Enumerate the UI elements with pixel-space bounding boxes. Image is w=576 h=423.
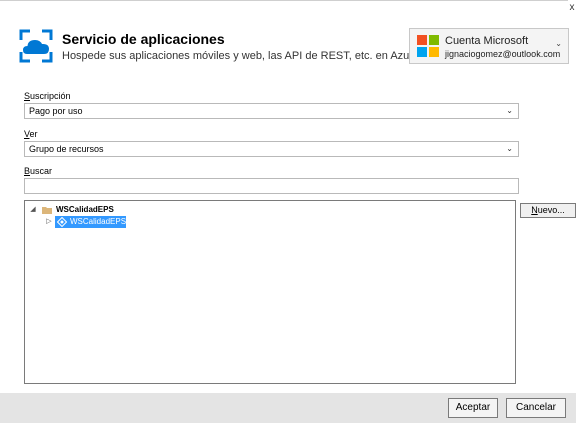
account-selector[interactable]: Cuenta Microsoft jignaciogomez@outlook.c… xyxy=(409,28,569,64)
subscription-select[interactable]: Pago por uso ⌄ xyxy=(24,103,519,119)
subscription-label-rest: uscripción xyxy=(30,91,71,101)
folder-icon xyxy=(42,207,52,214)
search-input[interactable] xyxy=(24,178,519,194)
chevron-right-icon[interactable]: ▷ xyxy=(45,216,53,228)
tree-node-label: WSCalidadEPS xyxy=(56,205,114,214)
subscription-label: Suscripción xyxy=(24,91,71,101)
chevron-down-icon: ⌄ xyxy=(506,106,513,115)
tree-node-site[interactable]: ▷ WSCalidadEPS xyxy=(45,216,245,228)
tree-node-group[interactable]: ◢ WSCalidadEPS xyxy=(29,204,229,216)
window-top-border xyxy=(0,0,568,1)
cancel-button[interactable]: Cancelar xyxy=(506,398,566,418)
chevron-down-icon: ⌄ xyxy=(506,144,513,153)
view-select[interactable]: Grupo de recursos ⌄ xyxy=(24,141,519,157)
close-button[interactable]: x xyxy=(568,2,576,14)
new-button[interactable]: Nuevo... xyxy=(520,203,576,218)
resource-tree[interactable]: ◢ WSCalidadEPS ▷ WSCalidadEPS xyxy=(24,200,516,384)
search-label: Buscar xyxy=(24,166,52,176)
search-label-rest: uscar xyxy=(30,166,53,176)
selected-node-highlight[interactable]: WSCalidadEPS xyxy=(55,216,126,228)
account-title: Cuenta Microsoft xyxy=(445,35,529,47)
chevron-down-icon: ⌄ xyxy=(555,39,562,48)
account-email: jignaciogomez@outlook.com xyxy=(445,49,561,59)
new-button-rest: uevo... xyxy=(537,205,565,215)
view-label-rest: er xyxy=(29,129,38,139)
page-title: Servicio de aplicaciones xyxy=(62,31,225,47)
view-label: Ver xyxy=(24,129,38,139)
page-subtitle: Hospede sus aplicaciones móviles y web, … xyxy=(62,50,420,62)
subscription-value: Pago por uso xyxy=(29,106,83,116)
dialog-header: Servicio de aplicaciones Hospede sus apl… xyxy=(18,28,419,68)
app-service-cloud-icon xyxy=(19,29,53,63)
ok-button[interactable]: Aceptar xyxy=(448,398,498,418)
web-app-icon xyxy=(57,217,67,227)
microsoft-logo-icon xyxy=(417,35,439,57)
expand-collapse-icon[interactable]: ◢ xyxy=(29,204,37,216)
tree-node-label: WSCalidadEPS xyxy=(70,217,127,226)
view-value: Grupo de recursos xyxy=(29,144,104,154)
